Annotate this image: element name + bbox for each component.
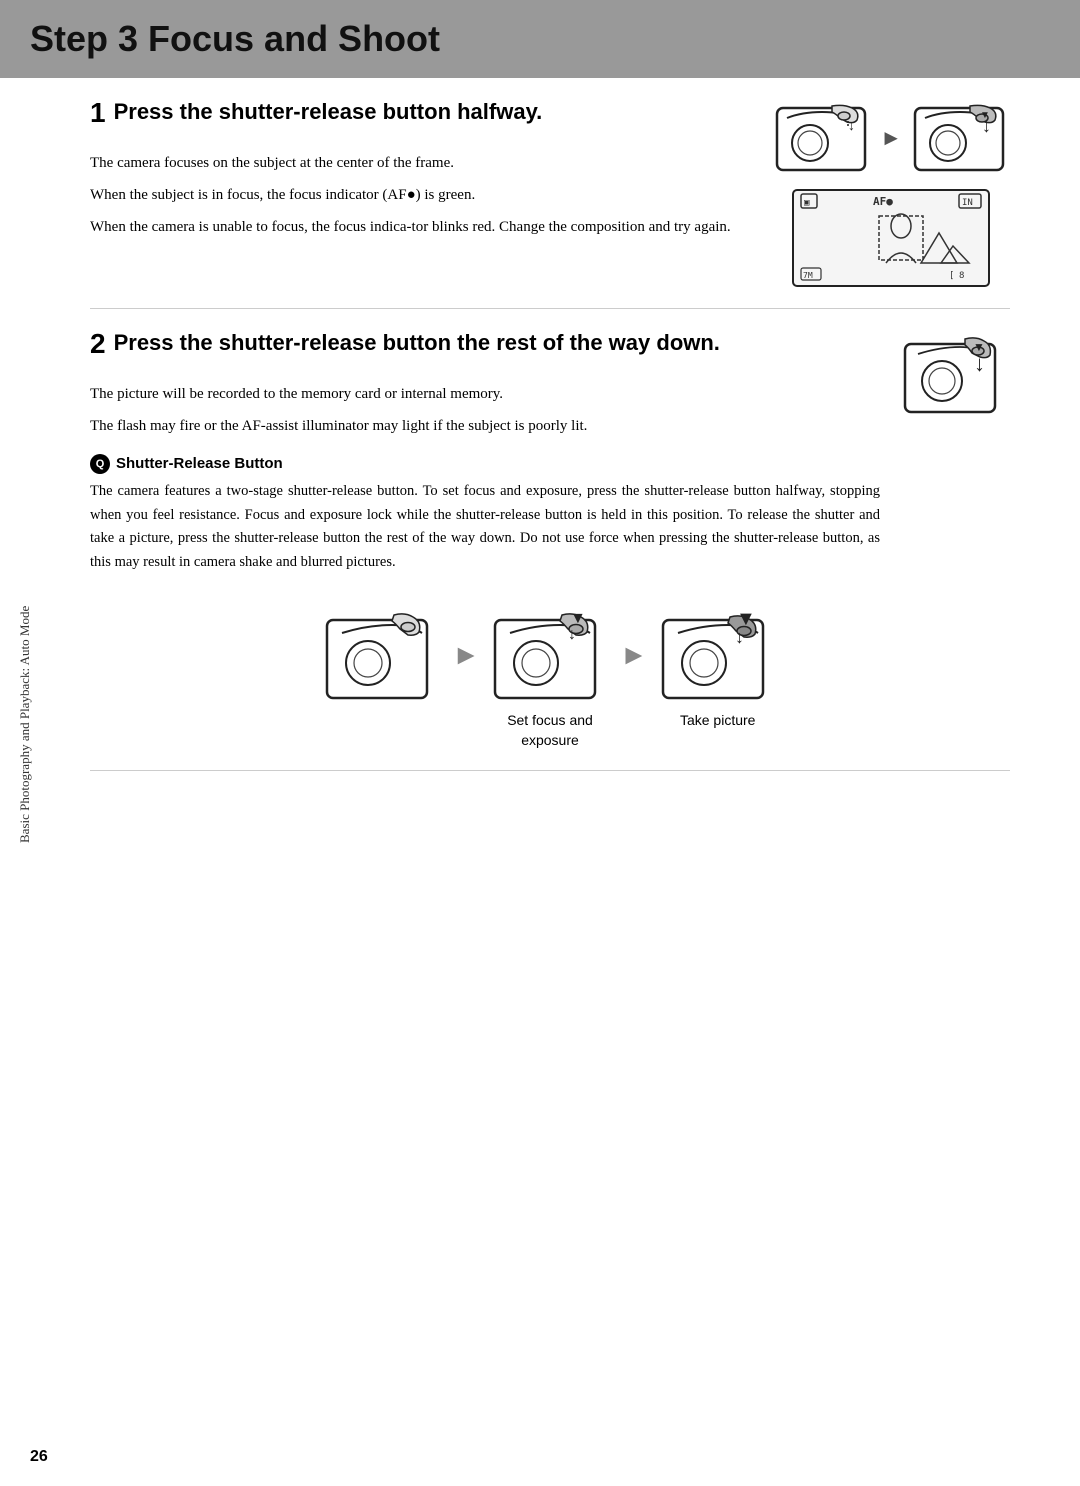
svg-text:↓: ↓ — [848, 117, 855, 133]
illustration-row: ► ▼ ↓ Set focus andexposure — [90, 605, 1010, 750]
svg-text:7M: 7M — [803, 271, 813, 280]
step2-section: 2 Press the shutter-release button the r… — [90, 329, 1010, 771]
shutter-note: Q Shutter-Release Button The camera feat… — [90, 454, 880, 576]
illus-camera-2: ▼ ↓ — [490, 605, 610, 705]
svg-text:▣: ▣ — [804, 198, 810, 208]
svg-text:AF●: AF● — [873, 195, 893, 208]
svg-text:▼: ▼ — [570, 610, 586, 627]
sidebar-label: Basic Photography and Playback: Auto Mod… — [17, 643, 33, 843]
step2-images: ↓ ▼ — [900, 329, 1010, 419]
step2-text: 2 Press the shutter-release button the r… — [90, 329, 880, 575]
svg-text:↓: ↓ — [974, 351, 985, 376]
step1-text: 1 Press the shutter-release button halfw… — [90, 98, 752, 247]
svg-text:↓: ↓ — [735, 627, 744, 647]
step2-para2: The flash may fire or the AF-assist illu… — [90, 414, 880, 438]
step2-number: 2 — [90, 329, 106, 360]
svg-text:[: [ — [949, 271, 954, 281]
step2-heading: Press the shutter-release button the res… — [90, 329, 880, 358]
svg-text:↓: ↓ — [568, 626, 576, 643]
illustration-item-1 — [322, 605, 442, 705]
illus-arrow-2: ► — [620, 640, 648, 672]
illus-camera-3: ▼ ↓ — [658, 605, 778, 705]
page-header: Step 3 Focus and Shoot — [0, 0, 1080, 78]
svg-text:▼: ▼ — [973, 340, 985, 354]
illus-label-1: Set focus andexposure — [507, 711, 593, 750]
shutter-note-body: The camera features a two-stage shutter-… — [90, 480, 880, 576]
illustration-item-2: ▼ ↓ Set focus andexposure — [490, 605, 610, 750]
step1-images: ↓ ► — [772, 98, 1010, 288]
illus-camera-1 — [322, 605, 442, 705]
svg-text:▼: ▼ — [980, 110, 990, 121]
step2-camera: ↓ ▼ — [900, 329, 1010, 419]
step1-section: 1 Press the shutter-release button halfw… — [90, 98, 1010, 309]
step1-body: The camera focuses on the subject at the… — [90, 151, 752, 239]
step1-camera-halfpress: ↓ — [772, 98, 872, 178]
illustration-item-3: ▼ ↓ Take picture — [658, 605, 778, 731]
step1-camera-fullpress: ↓ ▼ — [910, 98, 1010, 178]
step1-heading: Press the shutter-release button halfway… — [90, 98, 752, 127]
svg-text:IN: IN — [962, 198, 973, 208]
step1-para3: When the camera is unable to focus, the … — [90, 215, 752, 239]
shutter-note-title-text: Shutter-Release Button — [116, 455, 283, 472]
step1-para2: When the subject is in focus, the focus … — [90, 183, 752, 207]
page-title: Step 3 Focus and Shoot — [30, 18, 1050, 60]
step1-number: 1 — [90, 98, 106, 129]
illus-arrow-1: ► — [452, 640, 480, 672]
illus-label-2: Take picture — [680, 711, 755, 731]
step1-viewfinder: ▣ AF● IN — [791, 188, 991, 288]
page-number: 26 — [30, 1448, 48, 1466]
step1-para1: The camera focuses on the subject at the… — [90, 151, 752, 175]
shutter-note-icon: Q — [90, 454, 110, 474]
step1-arrow: ► — [880, 125, 902, 151]
svg-text:8: 8 — [959, 271, 964, 281]
step2-para1: The picture will be recorded to the memo… — [90, 382, 880, 406]
step2-body: The picture will be recorded to the memo… — [90, 382, 880, 438]
